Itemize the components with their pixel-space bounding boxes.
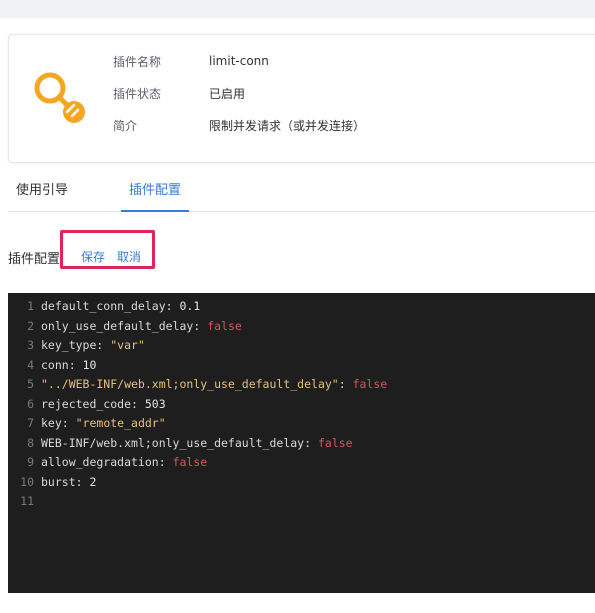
yaml-value: "var" [110,338,145,352]
tab-usage-guide[interactable]: 使用引导 [16,174,68,210]
config-label: 插件配置 [8,251,61,267]
yaml-key: conn [41,357,69,372]
yaml-separator: : [68,357,83,372]
plugin-desc-label: 简介 [113,118,138,133]
editor-line[interactable]: 8 WEB-INF/web.xml;only_use_default_delay:… [8,434,353,454]
yaml-separator: : [131,396,145,411]
yaml-separator: : [165,299,180,313]
editor-line[interactable]: 6 rejected_code: 503 [8,395,166,415]
main-panel: 插件名称 limit-conn 插件状态 已启用 简介 限制并发请求（或并发连接… [0,18,595,613]
yaml-value: 0.1 [179,299,201,313]
yaml-value: 503 [144,396,166,411]
yaml-key: "../WEB-INF/web.xml;only_use_default_del… [41,377,339,391]
yaml-separator: : [193,318,208,333]
yaml-key: key_type [41,338,97,352]
yaml-key: default_conn_delay [41,299,166,313]
yaml-separator: : [338,377,353,391]
plugin-status-row: 插件状态 已启用 [113,83,245,103]
yaml-separator: : [96,338,111,352]
plugin-name-label: 插件名称 [113,54,162,69]
yaml-value: false [317,435,353,450]
line-number: 2 [27,318,34,333]
cancel-button[interactable]: 取消 [117,248,141,265]
yaml-separator: : [61,416,76,430]
plugin-desc-value: 限制并发请求（或并发连接） [209,118,366,133]
yaml-key: rejected_code [41,396,132,411]
line-number: 11 [20,494,34,508]
editor-line[interactable]: 10 burst: 2 [8,473,96,493]
yaml-key: allow_degradation [41,455,159,469]
yaml-value: false [207,318,242,333]
plugin-name-row: 插件名称 limit-conn [113,51,269,71]
editor-line[interactable]: 3 key_type: "var" [8,336,145,356]
code-editor[interactable]: 1 default_conn_delay: 0.1 2 only_use_defaul… [8,293,595,593]
line-number: 7 [27,416,34,430]
line-number: 5 [27,377,34,391]
yaml-key: only_use_default_delay [41,318,194,333]
editor-line[interactable]: 2 only_use_default_delay: false [8,317,242,337]
yaml-key: burst [41,474,76,489]
plugin-desc-row: 简介 限制并发请求（或并发连接） [113,115,365,135]
editor-line[interactable]: 1 default_conn_delay: 0.1 [8,297,200,317]
line-number: 9 [27,455,34,469]
config-bar: 插件配置 [8,246,60,268]
tab-plugin-config[interactable]: 插件配置 [121,174,190,212]
line-number: 6 [27,396,34,411]
editor-line[interactable]: 5 "../WEB-INF/web.xml;only_use_default_de… [8,375,387,395]
yaml-key: key [41,416,62,430]
editor-line[interactable]: 9 allow_degradation: false [8,453,207,473]
yaml-key: WEB-INF/web.xml;only_use_default_delay [41,435,305,450]
yaml-separator: : [75,474,90,489]
save-button[interactable]: 保存 [81,248,105,265]
yaml-value: false [172,455,208,469]
yaml-value: 10 [82,357,97,372]
plugin-status-value: 已启用 [209,86,246,101]
line-number: 4 [27,357,34,372]
line-number: 1 [27,299,34,313]
line-number: 10 [20,474,34,489]
yaml-value: false [352,377,388,391]
plugin-name-value: limit-conn [209,54,269,68]
yaml-value: 2 [89,474,97,489]
top-strip [0,0,595,18]
editor-line[interactable]: 11 [8,492,41,512]
editor-line[interactable]: 4 conn: 10 [8,356,96,376]
yaml-value: "remote_addr" [75,416,166,430]
editor-line[interactable]: 7 key: "remote_addr" [8,414,166,434]
link-plug-icon [34,72,85,123]
plugin-info-card: 插件名称 limit-conn 插件状态 已启用 简介 限制并发请求（或并发连接… [8,34,595,163]
plugin-tabs: 使用引导 插件配置 [8,174,595,212]
line-number: 8 [27,435,34,450]
line-number: 3 [27,338,34,352]
yaml-separator: : [304,435,318,450]
yaml-separator: : [158,455,173,469]
plugin-status-label: 插件状态 [113,86,162,101]
